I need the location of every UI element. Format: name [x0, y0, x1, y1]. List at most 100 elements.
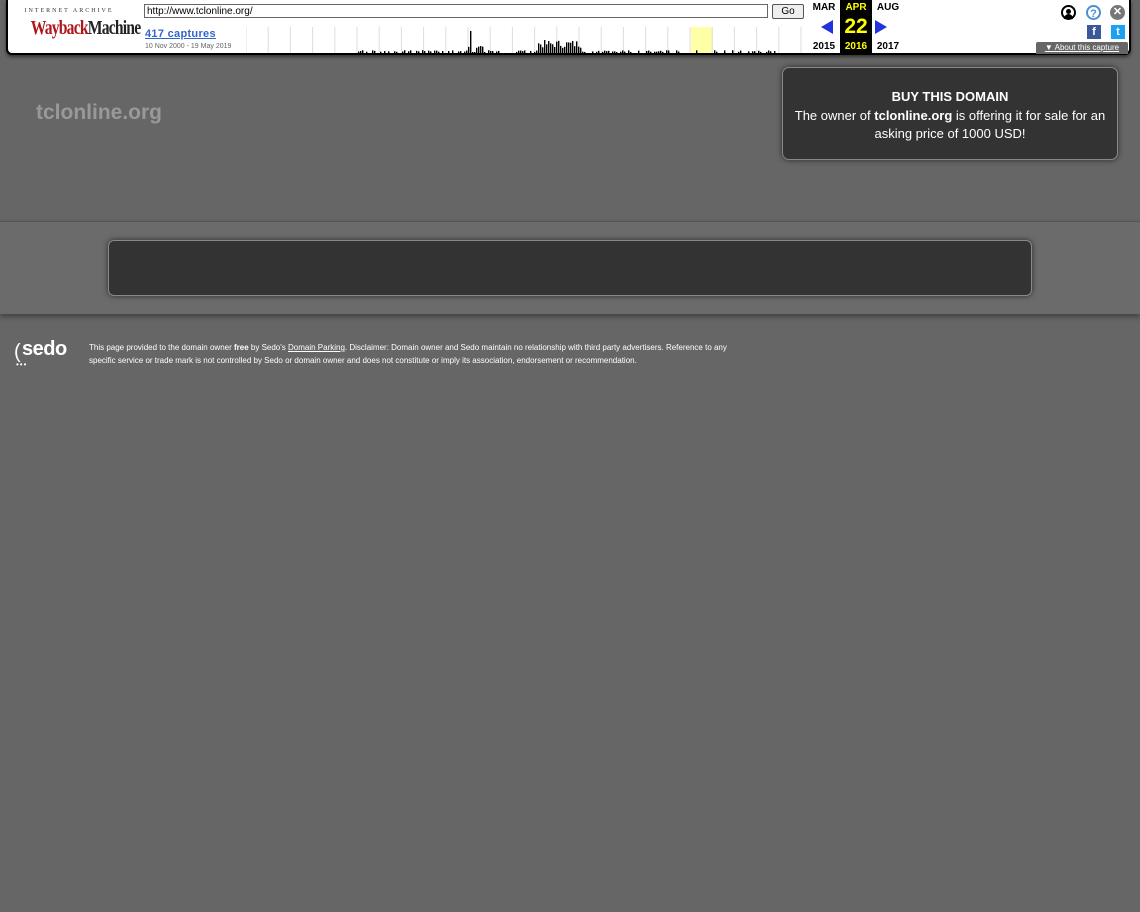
sparkline-bar	[436, 50, 438, 53]
sparkline-bar	[408, 51, 410, 53]
sparkline-bar	[578, 46, 580, 53]
sparkline-bar	[374, 50, 376, 53]
sparkline-bar	[430, 51, 432, 53]
sparkline-bar	[366, 51, 368, 53]
twitter-share-icon[interactable]: t	[1111, 25, 1125, 39]
sparkline-bar	[624, 51, 626, 53]
sparkline-bar	[596, 51, 598, 53]
logo-machine-text: Machine	[87, 17, 141, 39]
sparkline-bar	[438, 51, 440, 53]
go-button[interactable]: Go	[772, 4, 804, 19]
sparkline-bar	[480, 46, 482, 53]
sparkline-bar	[402, 51, 404, 53]
sparkline-bar	[768, 50, 770, 53]
sparkline-bar	[552, 44, 554, 53]
sparkline-bar	[740, 50, 742, 53]
facebook-share-icon[interactable]: f	[1087, 25, 1101, 39]
help-icon[interactable]: ?	[1086, 5, 1101, 20]
captures-link[interactable]: 417 captures	[145, 28, 216, 40]
sparkline-bar	[488, 50, 490, 53]
sparkline-bar	[570, 42, 572, 53]
sparkline-bar	[546, 44, 548, 53]
sparkline-bar	[554, 46, 556, 53]
sparkline-bar	[520, 50, 522, 53]
sedo-logo[interactable]: ( sedo •••	[14, 338, 84, 370]
close-icon[interactable]: ✕	[1110, 5, 1125, 20]
sparkline-bar	[476, 47, 478, 53]
month-current: APR	[840, 0, 872, 14]
sparkline-bar	[358, 51, 360, 53]
sparkline-bar	[418, 51, 420, 53]
sparkline-bar	[538, 43, 540, 53]
sparkline-bar	[716, 51, 718, 53]
capture-day: 22	[840, 14, 872, 40]
sparkline-bar	[516, 51, 518, 53]
sparkline-bar	[582, 51, 584, 53]
sparkline-bar	[360, 51, 362, 53]
sparkline-bar	[678, 51, 680, 53]
capture-sparkline[interactable]	[246, 27, 802, 53]
sparkline-bar	[458, 51, 460, 53]
sparkline-bar	[608, 50, 610, 53]
sparkline-bar	[482, 46, 484, 53]
sparkline-bar	[404, 50, 406, 53]
user-account-icon[interactable]	[1061, 5, 1076, 20]
footer-disclaimer: This page provided to the domain owner f…	[89, 342, 739, 367]
sparkline-bar	[556, 41, 558, 53]
sparkline-bar	[534, 51, 536, 53]
sparkline-bar	[714, 50, 716, 53]
sparkline-bar	[766, 51, 768, 53]
sparkline-bar	[434, 50, 436, 53]
sparkline-bar	[548, 41, 550, 53]
sparkline-bar	[602, 51, 604, 53]
sparkline-bar	[448, 51, 450, 53]
sparkline-bar	[620, 51, 622, 53]
sparkline-bar	[466, 50, 468, 53]
sparkline-bar	[396, 51, 398, 53]
url-input[interactable]	[144, 4, 768, 18]
sparkline-bar	[622, 50, 624, 53]
prev-capture-arrow-icon[interactable]	[821, 20, 833, 34]
sparkline-bar	[460, 51, 462, 53]
month-next[interactable]: AUG	[872, 2, 904, 14]
month-prev[interactable]: MAR	[808, 2, 840, 14]
sparkline-bar	[498, 50, 500, 53]
sparkline-bar	[754, 51, 756, 53]
year-next[interactable]: 2017	[872, 41, 904, 53]
domain-parking-link[interactable]: Domain Parking	[288, 343, 345, 352]
year-prev[interactable]: 2015	[808, 41, 840, 53]
sedo-logo-text: sedo	[22, 338, 67, 360]
sparkline-bar	[474, 52, 476, 53]
sparkline-bar	[738, 51, 740, 53]
sparkline-bar	[628, 50, 630, 53]
sedo-logo-dots-icon: •••	[16, 360, 28, 369]
domain-title: tclonline.org	[36, 101, 162, 124]
sparkline-bar	[564, 46, 566, 53]
sparkline-bar	[648, 50, 650, 53]
about-capture-toggle[interactable]: ▼ About this capture	[1036, 42, 1128, 54]
sparkline-bar	[660, 50, 662, 53]
sparkline-bar	[492, 51, 494, 53]
buy-text-prefix: The owner of	[794, 108, 875, 123]
next-capture-arrow-icon[interactable]	[875, 20, 887, 34]
sparkline-bar	[422, 50, 424, 53]
sparkline-bar	[662, 51, 664, 53]
sparkline-bar	[760, 51, 762, 53]
sparkline-bar	[770, 51, 772, 53]
sparkline-bar	[522, 51, 524, 53]
buy-domain-text: The owner of tclonline.org is offering i…	[783, 105, 1117, 143]
sparkline-bar	[658, 51, 660, 53]
sparkline-bar	[748, 51, 750, 53]
sparkline-bar	[540, 44, 542, 53]
disclaimer-part-2: by Sedo's	[248, 343, 288, 352]
buy-domain-box[interactable]: BUY THIS DOMAIN The owner of tclonline.o…	[782, 67, 1118, 160]
sparkline-bar	[676, 50, 678, 53]
buy-text-domain: tclonline.org	[874, 108, 953, 123]
sparkline-bar	[576, 41, 578, 53]
sparkline-bar	[696, 50, 698, 53]
sparkline-bar	[384, 51, 386, 53]
sparkline-bar	[758, 50, 760, 53]
sparkline-bar	[524, 50, 526, 53]
wayback-logo[interactable]: INTERNET ARCHIVE WaybackMachine	[20, 7, 141, 43]
ad-placeholder-box	[108, 240, 1032, 296]
